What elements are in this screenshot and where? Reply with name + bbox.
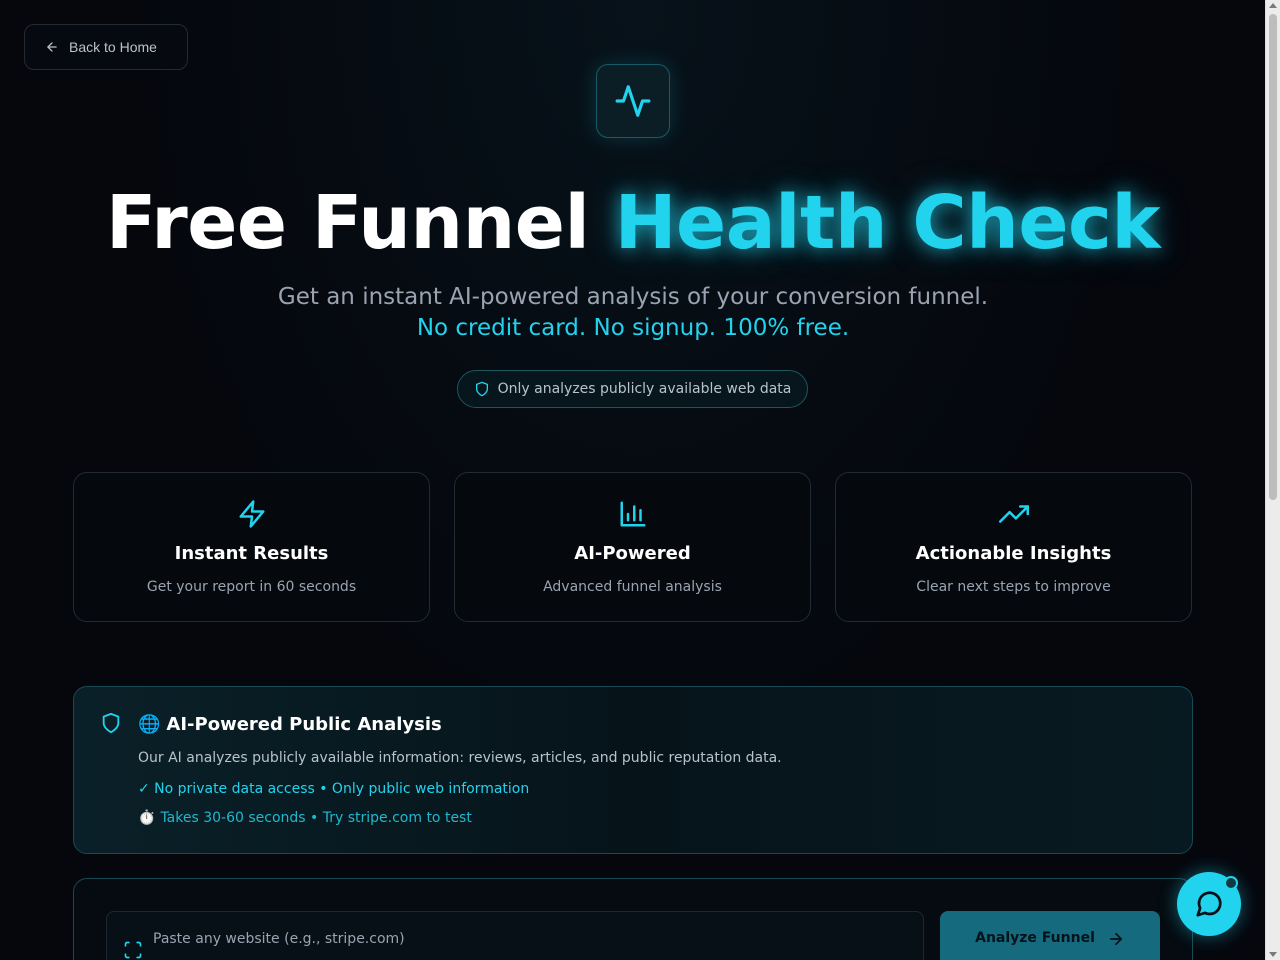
stopwatch-icon: ⏱️ xyxy=(138,810,156,826)
analyze-funnel-label: Analyze Funnel xyxy=(975,930,1095,946)
title-accent: Health Check xyxy=(614,180,1161,266)
back-to-home-button[interactable]: Back to Home xyxy=(24,24,188,70)
scroll-down-arrow-icon[interactable] xyxy=(1269,952,1277,957)
info-description: Our AI analyzes publicly available infor… xyxy=(138,750,782,766)
arrow-left-icon xyxy=(47,42,57,52)
website-input[interactable] xyxy=(153,926,893,952)
scan-icon xyxy=(124,941,142,959)
feature-title: AI-Powered xyxy=(574,543,691,564)
feature-card-instant-results: Instant Results Get your report in 60 se… xyxy=(73,472,430,622)
feature-title: Actionable Insights xyxy=(915,543,1112,564)
feature-card-actionable-insights: Actionable Insights Clear next steps to … xyxy=(835,472,1192,622)
info-timing-text: Takes 30-60 seconds • Try stripe.com to … xyxy=(160,810,472,826)
back-to-home-label: Back to Home xyxy=(69,39,157,55)
analyze-form: Analyze Funnel xyxy=(73,878,1193,960)
feature-desc: Advanced funnel analysis xyxy=(543,579,722,595)
chat-bubble-icon xyxy=(1196,891,1222,917)
scroll-up-arrow-icon[interactable] xyxy=(1269,3,1277,8)
globe-icon: 🌐 xyxy=(138,714,161,735)
logo-badge xyxy=(596,64,670,138)
shield-icon xyxy=(102,712,120,734)
public-data-badge: Only analyzes publicly available web dat… xyxy=(457,370,808,408)
title-white: Free Funnel xyxy=(105,180,590,266)
public-analysis-info: 🌐 AI-Powered Public Analysis Our AI anal… xyxy=(73,686,1193,854)
shield-icon xyxy=(475,381,488,397)
page-scrollbar[interactable] xyxy=(1265,0,1280,960)
website-input-wrapper xyxy=(106,911,924,960)
feature-title: Instant Results xyxy=(174,543,329,564)
feature-desc: Get your report in 60 seconds xyxy=(146,579,357,595)
page-title: Free Funnel Health Check xyxy=(0,180,1266,266)
info-title-text: AI-Powered Public Analysis xyxy=(166,714,442,735)
hero-subtitle-accent: No credit card. No signup. 100% free. xyxy=(416,315,850,341)
info-privacy-note: ✓ No private data access • Only public w… xyxy=(138,781,530,797)
arrow-right-icon xyxy=(1109,932,1122,946)
chat-status-dot xyxy=(1224,876,1238,890)
bar-chart-icon xyxy=(620,501,645,527)
page: Back to Home Free Funnel Health Check Ge… xyxy=(0,0,1280,960)
feature-card-ai-powered: AI-Powered Advanced funnel analysis xyxy=(454,472,811,622)
lightning-icon xyxy=(239,500,264,528)
analyze-funnel-button[interactable]: Analyze Funnel xyxy=(940,911,1160,960)
hero-subtitle: Get an instant AI-powered analysis of yo… xyxy=(277,284,989,310)
info-timing-note: ⏱️ Takes 30-60 seconds • Try stripe.com … xyxy=(138,810,472,826)
public-data-badge-text: Only analyzes publicly available web dat… xyxy=(497,381,792,397)
feature-desc: Clear next steps to improve xyxy=(916,579,1111,595)
trending-up-icon xyxy=(998,505,1029,523)
scroll-thumb[interactable] xyxy=(1269,14,1277,500)
info-title: 🌐 AI-Powered Public Analysis xyxy=(138,714,442,735)
activity-icon xyxy=(615,85,651,117)
